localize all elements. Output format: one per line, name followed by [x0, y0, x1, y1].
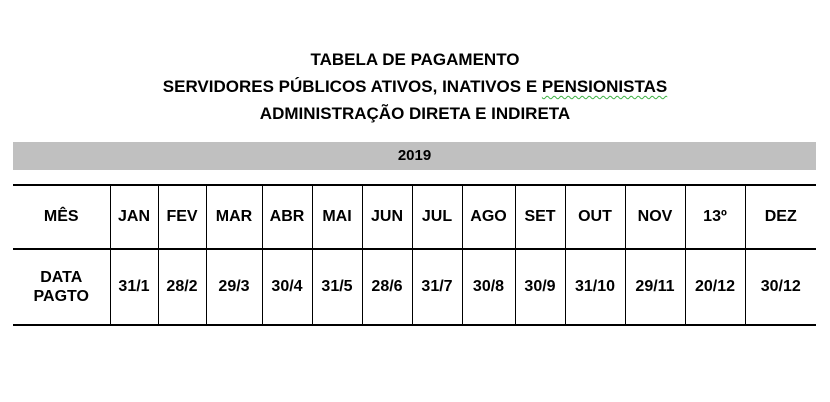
month-cell: AGO	[461, 184, 515, 249]
date-cell: 31/10	[564, 248, 625, 326]
payment-table: MÊS JAN FEV MAR ABR MAI JUN JUL AGO SET …	[13, 184, 816, 326]
month-cell: NOV	[624, 184, 685, 249]
date-cell: 29/11	[624, 248, 685, 326]
title-line-2-prefix: SERVIDORES PÚBLICOS ATIVOS, INATIVOS E	[162, 77, 542, 96]
title-line-1: TABELA DE PAGAMENTO	[310, 50, 520, 69]
row-label-payment-date-line-1: DATA	[40, 269, 83, 286]
title-line-2-spellcheck-word: PENSIONISTAS	[541, 77, 668, 96]
month-cell: OUT	[564, 184, 625, 249]
table-row-payment-dates: DATA PAGTO 31/1 28/2 29/3 30/4 31/5 28/6 …	[13, 248, 816, 326]
date-cell: 29/3	[205, 248, 262, 326]
date-cell: 30/8	[461, 248, 515, 326]
date-cell: 28/6	[361, 248, 412, 326]
date-cell: 28/2	[157, 248, 206, 326]
date-cell: 30/12	[744, 248, 816, 326]
table-row-months: MÊS JAN FEV MAR ABR MAI JUN JUL AGO SET …	[13, 184, 816, 249]
month-cell: SET	[514, 184, 565, 249]
month-cell: JAN	[109, 184, 158, 249]
month-cell: MAR	[205, 184, 262, 249]
title-line-3: ADMINISTRAÇÃO DIRETA E INDIRETA	[259, 104, 571, 123]
month-cell: 13º	[684, 184, 745, 249]
title-line-2: SERVIDORES PÚBLICOS ATIVOS, INATIVOS E P…	[0, 77, 830, 97]
month-cell: ABR	[261, 184, 312, 249]
month-cell: FEV	[157, 184, 206, 249]
date-cell: 20/12	[684, 248, 745, 326]
month-cell: DEZ	[744, 184, 816, 249]
date-cell: 31/5	[311, 248, 362, 326]
row-label-payment-date: DATA PAGTO	[13, 248, 110, 326]
date-cell: 31/7	[411, 248, 462, 326]
year-header: 2019	[13, 142, 816, 170]
month-cell: JUL	[411, 184, 462, 249]
row-label-month: MÊS	[13, 184, 110, 249]
month-cell: JUN	[361, 184, 412, 249]
date-cell: 31/1	[109, 248, 158, 326]
date-cell: 30/4	[261, 248, 312, 326]
month-cell: MAI	[311, 184, 362, 249]
date-cell: 30/9	[514, 248, 565, 326]
row-label-payment-date-line-2: PAGTO	[33, 288, 89, 305]
